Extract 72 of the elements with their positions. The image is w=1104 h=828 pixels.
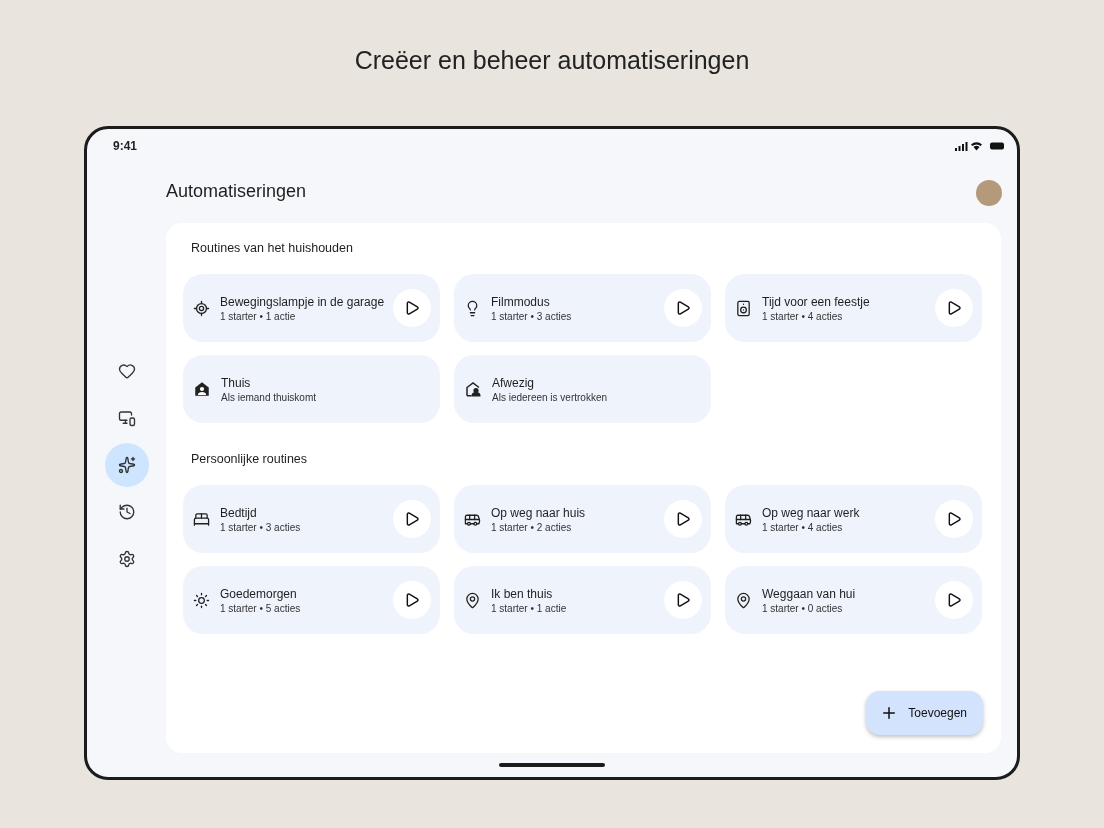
play-button[interactable]	[393, 289, 431, 327]
routine-card[interactable]: Filmmodus 1 starter • 3 acties	[454, 274, 711, 342]
routine-title: Bewegingslampje in de garage	[220, 294, 383, 309]
play-button[interactable]	[935, 500, 973, 538]
routine-title: Goedemorgen	[220, 586, 298, 601]
routine-card[interactable]: Afwezig Als iedereen is vertrokken	[454, 355, 711, 423]
routine-card[interactable]: Thuis Als iemand thuiskomt	[183, 355, 440, 423]
house-person-icon	[464, 380, 482, 398]
routine-subtitle: 1 starter • 1 actie	[491, 602, 568, 614]
routine-title: Weggaan van hui	[762, 586, 857, 601]
bed-icon	[193, 510, 210, 528]
play-icon	[946, 592, 962, 608]
page-title: Automatiseringen	[166, 180, 307, 203]
routine-subtitle: Als iemand thuiskomt	[221, 391, 318, 403]
play-icon	[675, 511, 691, 527]
routine-subtitle: 1 starter • 0 acties	[762, 602, 844, 614]
play-icon	[404, 592, 420, 608]
status-icons	[955, 141, 1005, 151]
routine-subtitle: 1 starter • 1 actie	[220, 310, 297, 322]
map-pin-icon	[464, 591, 481, 609]
routine-subtitle: 1 starter • 4 acties	[762, 310, 844, 322]
routine-title: Op weg naar huis	[491, 505, 587, 520]
play-button[interactable]	[935, 289, 973, 327]
status-time: 9:41	[113, 139, 138, 153]
play-icon	[404, 511, 420, 527]
routine-subtitle: 1 starter • 5 acties	[220, 602, 302, 614]
sparkle-icon	[117, 456, 136, 474]
routine-card[interactable]: Tijd voor een feestje 1 starter • 4 acties	[725, 274, 982, 342]
target-icon	[193, 299, 210, 317]
routine-card[interactable]: Bedtijd 1 starter • 3 acties	[183, 485, 440, 553]
routine-card[interactable]: Weggaan van hui 1 starter • 0 acties	[725, 566, 982, 634]
play-button[interactable]	[664, 289, 702, 327]
play-button[interactable]	[393, 500, 431, 538]
play-button[interactable]	[664, 581, 702, 619]
play-button[interactable]	[664, 500, 702, 538]
section-heading: Persoonlijke routines	[191, 452, 309, 468]
routine-subtitle: 1 starter • 3 acties	[220, 521, 302, 533]
routine-title: Afwezig	[492, 375, 536, 390]
routine-card[interactable]: Ik ben thuis 1 starter • 1 actie	[454, 566, 711, 634]
routine-title: Tijd voor een feestje	[762, 294, 871, 309]
routine-subtitle: 1 starter • 4 acties	[762, 521, 844, 533]
routine-card[interactable]: Goedemorgen 1 starter • 5 acties	[183, 566, 440, 634]
routine-subtitle: 1 starter • 2 acties	[491, 521, 573, 533]
nav-item[interactable]	[104, 443, 149, 487]
routine-card[interactable]: Op weg naar huis 1 starter • 2 acties	[454, 485, 711, 553]
routine-card[interactable]: Op weg naar werk 1 starter • 4 acties	[725, 485, 982, 553]
routine-card[interactable]: Bewegingslampje in de garage 1 starter • 1 actie	[183, 274, 440, 342]
play-icon	[675, 592, 691, 608]
routine-title: Op weg naar werk	[762, 505, 861, 520]
routine-title: Thuis	[221, 375, 252, 390]
play-button[interactable]	[393, 581, 431, 619]
heart-icon	[117, 362, 136, 380]
house-person-icon	[193, 380, 211, 398]
routine-title: Filmmodus	[491, 294, 551, 309]
settings-icon	[117, 550, 136, 568]
add-button[interactable]: Toevoegen	[866, 691, 983, 735]
play-icon	[946, 300, 962, 316]
routine-title: Bedtijd	[220, 505, 258, 520]
routine-subtitle: 1 starter • 3 acties	[491, 310, 573, 322]
speaker-icon	[735, 299, 752, 317]
devices-icon	[117, 409, 136, 427]
headline: Creëer en beheer automatiseringen	[354, 46, 750, 76]
routine-subtitle: Als iedereen is vertrokken	[492, 391, 609, 403]
section-heading: Routines van het huishouden	[191, 241, 354, 257]
play-icon	[675, 300, 691, 316]
routine-title: Ik ben thuis	[491, 586, 554, 601]
play-icon	[404, 300, 420, 316]
history-icon	[117, 503, 136, 521]
play-icon	[946, 511, 962, 527]
play-button[interactable]	[935, 581, 973, 619]
map-pin-icon	[735, 591, 752, 609]
sun-icon	[193, 591, 210, 609]
